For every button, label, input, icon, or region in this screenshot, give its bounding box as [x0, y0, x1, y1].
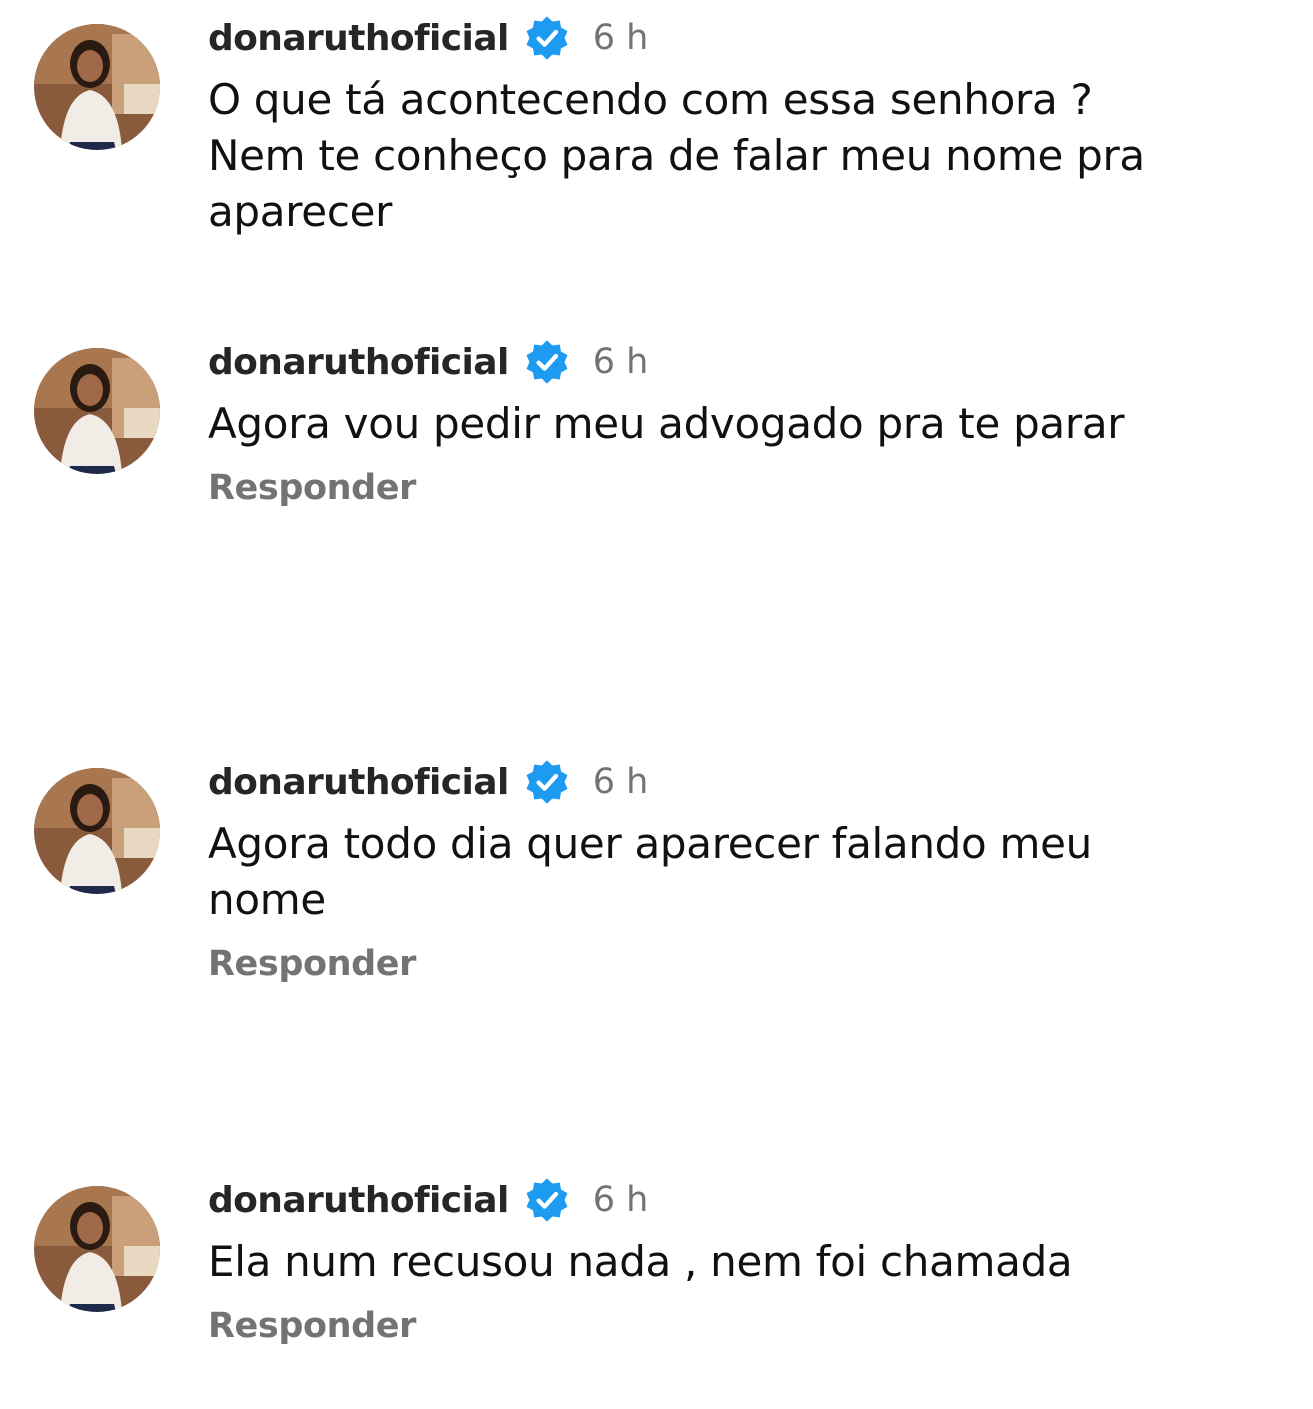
comment-body: donaruthoficial 6 h Agora todo dia quer … [208, 760, 1253, 984]
comment-timestamp[interactable]: 6 h [593, 342, 649, 382]
comment-header: donaruthoficial 6 h [208, 760, 1253, 804]
avatar[interactable] [34, 1186, 160, 1312]
username-link[interactable]: donaruthoficial [208, 762, 509, 803]
comment-header: donaruthoficial 6 h [208, 16, 1253, 60]
comment-header: donaruthoficial 6 h [208, 1178, 1253, 1222]
username-link[interactable]: donaruthoficial [208, 1180, 509, 1221]
reply-label[interactable]: Responder [208, 254, 420, 262]
username-link[interactable]: donaruthoficial [208, 18, 509, 59]
comment-text: O que tá acontecendo com essa senhora ? … [208, 75, 1145, 236]
reply-button-cut: Responder [208, 254, 1253, 262]
avatar[interactable] [34, 24, 160, 150]
comment-body: donaruthoficial 6 h O que tá acontecendo… [208, 16, 1253, 262]
reply-button[interactable]: Responder [208, 944, 416, 984]
verified-badge-icon [523, 758, 571, 806]
comment-timestamp[interactable]: 6 h [593, 1180, 649, 1220]
verified-badge-icon [523, 338, 571, 386]
comment-timestamp[interactable]: 6 h [593, 18, 649, 58]
avatar-image [34, 1186, 160, 1312]
verified-badge-icon [523, 1176, 571, 1224]
avatar-image [34, 24, 160, 150]
comment-body: donaruthoficial 6 h Agora vou pedir meu … [208, 340, 1253, 508]
avatar-image [34, 768, 160, 894]
comment-text: Ela num recusou nada , nem foi chamada [208, 1237, 1073, 1286]
verified-badge-icon [523, 14, 571, 62]
reply-button[interactable]: Responder [208, 468, 416, 508]
reply-button[interactable]: Responder [208, 1306, 416, 1346]
comment-timestamp[interactable]: 6 h [593, 762, 649, 802]
comment-header: donaruthoficial 6 h [208, 340, 1253, 384]
avatar-image [34, 348, 160, 474]
comment-body: donaruthoficial 6 h Ela num recusou nada… [208, 1178, 1253, 1346]
username-link[interactable]: donaruthoficial [208, 342, 509, 383]
comment-text: Agora todo dia quer aparecer falando meu… [208, 819, 1092, 924]
avatar[interactable] [34, 348, 160, 474]
avatar[interactable] [34, 768, 160, 894]
comment-text: Agora vou pedir meu advogado pra te para… [208, 399, 1125, 448]
